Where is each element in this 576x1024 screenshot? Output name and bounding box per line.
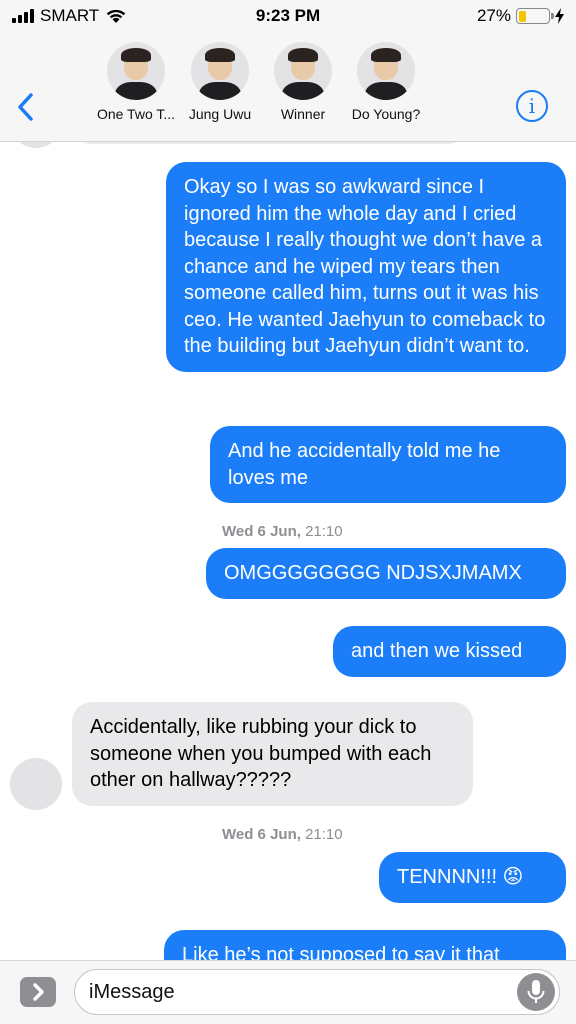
conversation-header: One Two T... Jung Uwu Winner Do Young? i [0, 34, 576, 142]
microphone-icon[interactable] [517, 973, 555, 1011]
timestamp-time: 21:10 [305, 826, 343, 843]
contact-name: One Two T... [96, 106, 176, 122]
message-timestamp: Wed 6 Jun, 21:10 [222, 826, 343, 843]
message-input[interactable]: iMessage [74, 969, 560, 1015]
contact-4[interactable]: Do Young? [338, 42, 434, 122]
message-bubble-incoming: Accidentally, like rubbing your dick to … [72, 702, 473, 806]
avatar [191, 42, 249, 100]
contact-name: Do Young? [351, 106, 421, 122]
message-input-placeholder: iMessage [89, 981, 175, 1003]
message-bubble-outgoing: OMGGGGGGGG NDJSXJMAMX [206, 548, 566, 599]
contact-2[interactable]: Jung Uwu [172, 42, 268, 122]
battery-icon [516, 8, 554, 24]
status-bar: SMART 9:23 PM 27% [0, 0, 576, 34]
message-list[interactable]: Okay so I was so awkward since I ignored… [0, 142, 576, 960]
avatar [107, 42, 165, 100]
message-bubble-outgoing: Okay so I was so awkward since I ignored… [166, 162, 566, 372]
battery-percent: 27% [476, 6, 511, 25]
avatar [357, 42, 415, 100]
message-timestamp: Wed 6 Jun, 21:10 [222, 523, 343, 540]
compose-bar: iMessage [0, 960, 576, 1024]
timestamp-time: 21:10 [305, 523, 343, 540]
message-bubble-outgoing: and then we kissed [333, 626, 566, 677]
timestamp-day: Wed 6 Jun, [222, 523, 301, 540]
contact-3[interactable]: Winner [255, 42, 351, 122]
battery-info: 27% [477, 6, 564, 26]
message-bubble-outgoing: TENNNN!!! 😡 [379, 852, 566, 903]
info-icon[interactable]: i [516, 90, 548, 122]
message-bubble-incoming-partial [72, 142, 468, 144]
message-bubble-outgoing: And he accidentally told me he loves me [210, 426, 566, 503]
avatar [10, 142, 62, 148]
chevron-left-icon[interactable] [14, 92, 38, 122]
contact-name: Jung Uwu [188, 106, 252, 122]
avatar [274, 42, 332, 100]
timestamp-day: Wed 6 Jun, [222, 826, 301, 843]
contact-1[interactable]: One Two T... [88, 42, 184, 122]
charging-bolt-icon [555, 8, 564, 24]
chevron-right-icon[interactable] [20, 977, 56, 1007]
avatar [10, 758, 62, 810]
contact-name: Winner [280, 106, 326, 122]
message-bubble-outgoing: Like he’s not supposed to say it that [164, 930, 566, 960]
